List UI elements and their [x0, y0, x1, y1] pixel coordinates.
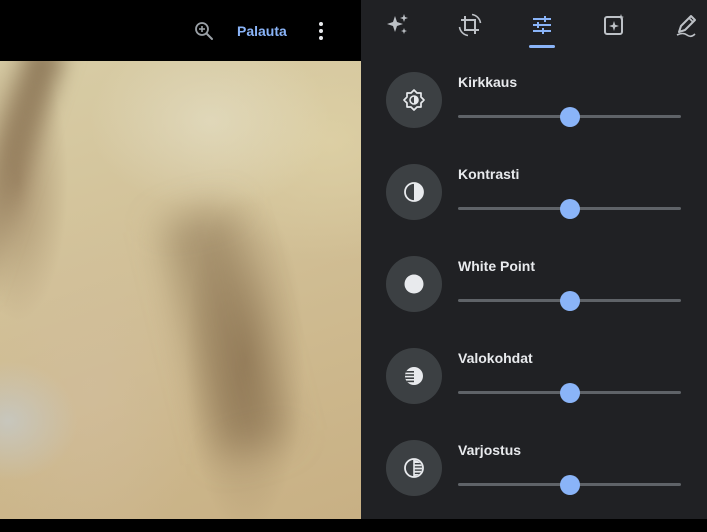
brightness-icon[interactable]	[386, 72, 442, 128]
zoom-in-icon[interactable]	[193, 20, 215, 42]
slider-thumb[interactable]	[559, 383, 580, 403]
sparkle-icon[interactable]	[385, 12, 411, 38]
adjust-label: Kontrasti	[458, 166, 520, 182]
highlights-icon[interactable]	[386, 348, 442, 404]
photo-streak	[0, 61, 67, 301]
slider-thumb[interactable]	[559, 107, 580, 127]
filter-sparkle-icon[interactable]	[601, 12, 627, 38]
adjust-label: Valokohdat	[458, 350, 533, 366]
active-tab-indicator	[529, 45, 555, 48]
white-point-icon[interactable]	[386, 256, 442, 312]
adjust-row-shadows: Varjostus	[361, 440, 707, 532]
image-toolbar: Palauta	[0, 0, 361, 61]
slider-thumb[interactable]	[559, 291, 580, 311]
edit-panel: Kirkkaus Kontrasti White Point Valokohda…	[361, 0, 707, 519]
contrast-icon[interactable]	[386, 164, 442, 220]
edit-tabs	[361, 0, 707, 50]
crop-rotate-icon[interactable]	[457, 12, 483, 38]
adjust-label: Varjostus	[458, 442, 522, 458]
slider-thumb[interactable]	[559, 475, 580, 495]
adjust-row-brightness: Kirkkaus	[361, 72, 707, 164]
contrast-slider[interactable]	[458, 198, 681, 219]
shadows-icon[interactable]	[386, 440, 442, 496]
highlights-slider[interactable]	[458, 382, 681, 403]
adjust-row-highlights: Valokohdat	[361, 348, 707, 440]
brightness-slider[interactable]	[458, 106, 681, 127]
adjust-row-white-point: White Point	[361, 256, 707, 348]
markup-pen-icon[interactable]	[673, 12, 699, 38]
photo-shadow	[162, 206, 288, 456]
white-point-slider[interactable]	[458, 290, 681, 311]
adjust-row-contrast: Kontrasti	[361, 164, 707, 256]
more-vert-icon[interactable]	[311, 20, 331, 42]
adjust-label: White Point	[458, 258, 535, 274]
slider-thumb[interactable]	[559, 199, 580, 219]
tune-icon[interactable]	[529, 12, 555, 38]
adjust-label: Kirkkaus	[458, 74, 518, 90]
revert-button[interactable]: Palauta	[228, 22, 296, 40]
shadows-slider[interactable]	[458, 474, 681, 495]
photo-preview	[0, 61, 361, 519]
